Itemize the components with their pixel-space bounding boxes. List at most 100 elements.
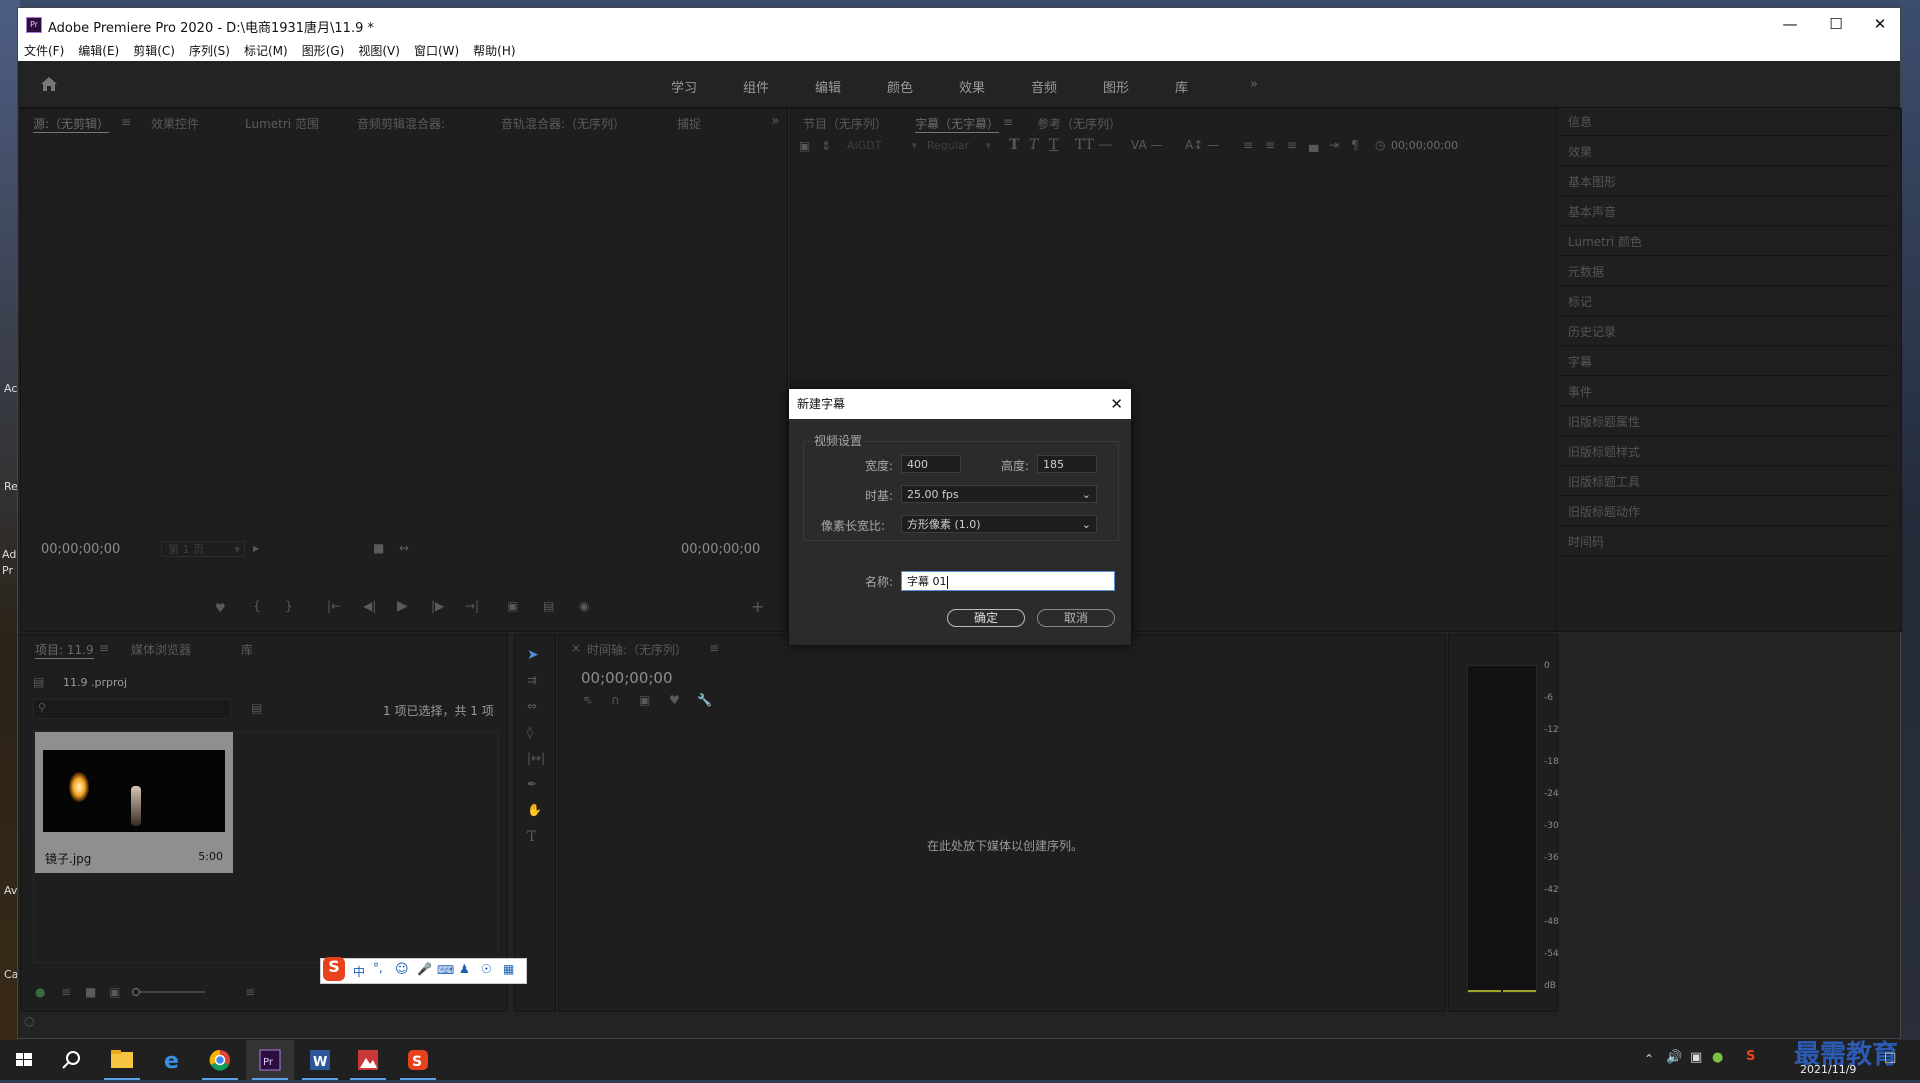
lock-icon[interactable]: ●	[35, 985, 45, 999]
step-back-icon[interactable]: ◀|	[363, 599, 376, 613]
paragraph-icon[interactable]: ¶	[1351, 138, 1359, 152]
close-icon[interactable]: ✕	[1858, 12, 1902, 36]
caption-stream-icon[interactable]: ⇕	[821, 139, 831, 153]
insert-icon[interactable]: ▣	[507, 599, 518, 613]
font-size-icon[interactable]: TT —	[1075, 137, 1112, 153]
title-bar[interactable]: Pr Adobe Premiere Pro 2020 - D:\电商1931唐月…	[18, 8, 1900, 41]
image-app-icon[interactable]	[344, 1040, 392, 1080]
type-tool-icon[interactable]: T	[527, 829, 536, 845]
menu-window[interactable]: 窗口(W)	[407, 41, 466, 61]
minimize-icon[interactable]: —	[1768, 12, 1812, 36]
play-icon[interactable]: ▶	[397, 598, 408, 614]
panel-essential-graphics[interactable]: 基本图形	[1558, 168, 1892, 196]
caption-settings-icon[interactable]: ▣	[799, 139, 810, 153]
panel-info[interactable]: 信息	[1558, 108, 1892, 136]
add-button-icon[interactable]: +	[751, 597, 764, 616]
workspace-graphics[interactable]: 图形	[1103, 77, 1129, 96]
sort-icon[interactable]: ≡	[245, 985, 255, 999]
panel-essential-sound[interactable]: 基本声音	[1558, 198, 1892, 226]
selection-tool-icon[interactable]: ➤	[527, 647, 539, 663]
align-left-icon[interactable]: ≡	[1243, 138, 1253, 152]
workspace-color[interactable]: 颜色	[887, 77, 913, 96]
panel-markers[interactable]: 标记	[1558, 288, 1892, 316]
timebase-select[interactable]: 25.00 fps ⌄	[901, 485, 1097, 503]
linked-selection-icon[interactable]: ▣	[639, 693, 650, 707]
skin-icon[interactable]: ☉	[481, 962, 492, 976]
project-search-input[interactable]: ⚲	[33, 699, 231, 719]
timeline-marker-icon[interactable]: ♥	[669, 693, 680, 707]
menu-file[interactable]: 文件(F)	[18, 41, 71, 61]
wrench-icon[interactable]: 🔧	[697, 693, 712, 707]
workspace-effects[interactable]: 效果	[959, 77, 985, 96]
close-icon[interactable]: ✕	[1110, 389, 1123, 419]
panel-events[interactable]: 事件	[1558, 378, 1892, 406]
source-timecode[interactable]: 00;00;00;00	[41, 542, 120, 557]
workspace-editing[interactable]: 编辑	[815, 77, 841, 96]
user-icon[interactable]: ♟	[459, 962, 470, 976]
mark-in-icon[interactable]: {	[253, 599, 261, 613]
network-icon[interactable]: ▣	[1690, 1050, 1702, 1065]
workspace-audio[interactable]: 音频	[1031, 77, 1057, 96]
toolbox-icon[interactable]: ▦	[503, 962, 514, 976]
panel-metadata[interactable]: 元数据	[1558, 258, 1892, 286]
security-icon[interactable]: ●	[1712, 1050, 1723, 1065]
tab-audio-clip-mixer[interactable]: 音频剪辑混合器:	[357, 115, 445, 132]
menu-help[interactable]: 帮助(H)	[466, 41, 522, 61]
tab-capture[interactable]: 捕捉	[677, 115, 701, 132]
icon-view-icon[interactable]: ■	[85, 985, 96, 999]
track-select-tool-icon[interactable]: ⇉	[527, 673, 537, 687]
panel-timecode[interactable]: 时间码	[1558, 528, 1892, 556]
name-input[interactable]: 字幕 01	[901, 571, 1115, 591]
cancel-button[interactable]: 取消	[1037, 609, 1115, 627]
font-family-select[interactable]: AIGDT ▾	[847, 138, 917, 154]
menu-sequence[interactable]: 序列(S)	[182, 41, 237, 61]
timeline-timecode[interactable]: 00;00;00;00	[581, 669, 673, 687]
settings-square-icon[interactable]: ■	[373, 541, 384, 555]
mark-out-icon[interactable]: }	[285, 599, 293, 613]
menu-view[interactable]: 视图(V)	[351, 41, 407, 61]
tab-reference[interactable]: 参考（无序列）	[1037, 115, 1121, 132]
chrome-icon[interactable]	[196, 1040, 244, 1080]
pixel-aspect-select[interactable]: 方形像素 (1.0) ⌄	[901, 515, 1097, 533]
workspace-libraries[interactable]: 库	[1175, 77, 1188, 96]
panel-menu-icon[interactable]: ≡	[121, 115, 131, 129]
align-bottom-icon[interactable]: ▄	[1309, 138, 1318, 152]
clock-icon[interactable]: ◷	[1375, 138, 1385, 152]
clip-thumbnail-card[interactable]: 镜子.jpg 5:00	[35, 732, 233, 873]
add-marker-icon[interactable]: ♥	[215, 601, 226, 615]
tab-media-browser[interactable]: 媒体浏览器	[131, 641, 191, 658]
keyboard-icon[interactable]: ⌨	[437, 963, 454, 977]
freeform-view-icon[interactable]: ▣	[109, 985, 120, 999]
tray-chevron-icon[interactable]: ⌃	[1644, 1052, 1654, 1066]
panel-effects[interactable]: 效果	[1558, 138, 1892, 166]
width-input[interactable]: 400	[901, 455, 961, 473]
edge-icon[interactable]: e	[148, 1040, 196, 1080]
tab-source[interactable]: 源:（无剪辑）	[33, 115, 110, 133]
menu-edit[interactable]: 编辑(E)	[71, 41, 126, 61]
underline-icon[interactable]: T	[1049, 137, 1058, 153]
more-workspaces-icon[interactable]: »	[1250, 77, 1258, 92]
zoom-slider-handle[interactable]	[132, 988, 140, 996]
clock-date[interactable]: 2021/11/9	[1800, 1063, 1856, 1076]
emoji-icon[interactable]: ☺	[395, 962, 409, 977]
sogou-tray-icon[interactable]: S	[1746, 1049, 1755, 1064]
microphone-icon[interactable]: 🎤	[417, 962, 432, 976]
panel-legacy-title-actions[interactable]: 旧版标题动作	[1558, 498, 1892, 526]
workspace-learn[interactable]: 学习	[671, 77, 697, 96]
premiere-icon[interactable]: Pr	[246, 1040, 294, 1080]
tab-effect-controls[interactable]: 效果控件	[151, 115, 199, 132]
tab-stop-icon[interactable]: ⇥	[1329, 138, 1339, 152]
start-icon[interactable]	[0, 1040, 48, 1080]
font-style-select[interactable]: Regular ▾	[927, 138, 991, 154]
maximize-icon[interactable]: ☐	[1814, 12, 1858, 36]
panel-menu-icon[interactable]: ≡	[99, 641, 109, 655]
tab-captions[interactable]: 字幕（无字幕）	[915, 115, 1000, 133]
italic-icon[interactable]: T	[1029, 137, 1038, 153]
height-input[interactable]: 185	[1037, 455, 1097, 473]
panel-menu-icon[interactable]: ≡	[1003, 115, 1013, 129]
panel-captions[interactable]: 字幕	[1558, 348, 1892, 376]
razor-tool-icon[interactable]: ◊	[527, 725, 533, 739]
bold-icon[interactable]: T	[1009, 137, 1019, 153]
sogou-logo-icon[interactable]: S	[323, 957, 345, 981]
sogou-icon[interactable]: S	[394, 1040, 442, 1080]
